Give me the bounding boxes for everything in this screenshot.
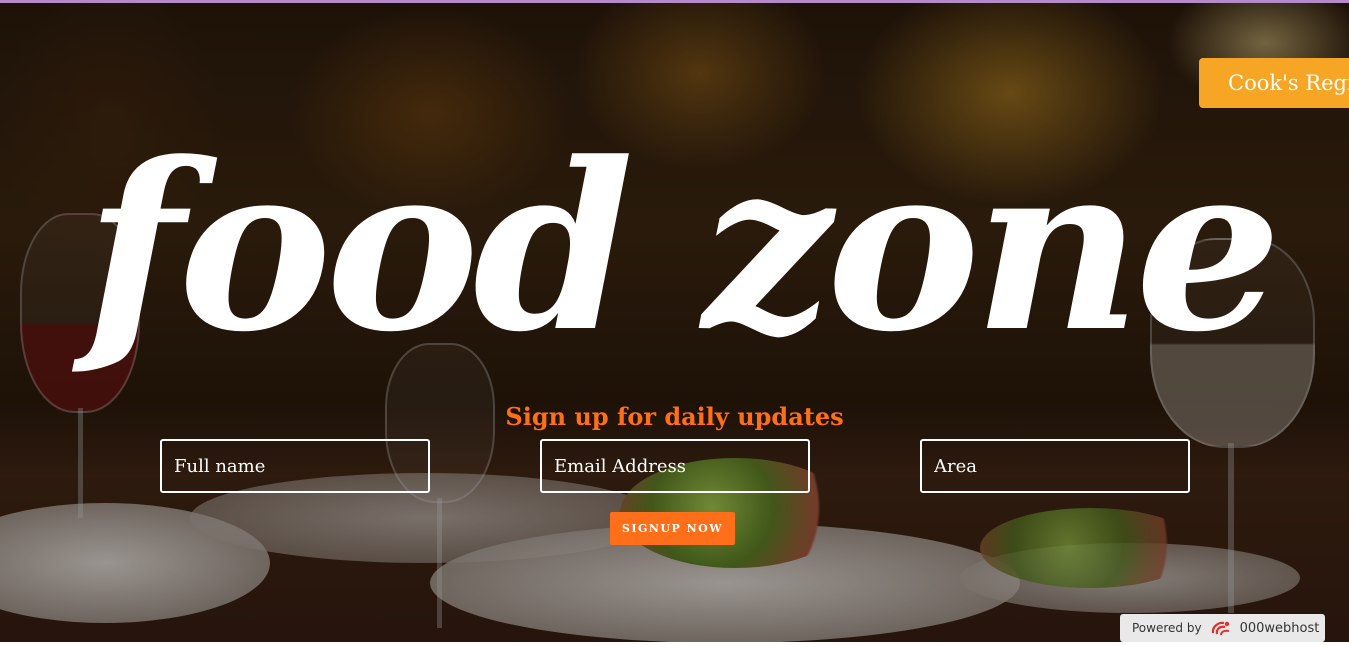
host-name-label: 000webhost — [1239, 620, 1320, 636]
powered-by-label: Powered by — [1132, 621, 1202, 635]
signup-tagline: Sign up for daily updates — [505, 402, 844, 431]
brand-title: food zone — [85, 113, 1281, 383]
000webhost-logo-icon — [1210, 619, 1232, 637]
cook-register-button[interactable]: Cook's Regis — [1199, 58, 1349, 108]
area-input[interactable] — [920, 439, 1190, 493]
full-name-input[interactable] — [160, 439, 430, 493]
signup-now-button[interactable]: SIGNUP NOW — [610, 512, 735, 545]
powered-by-badge[interactable]: Powered by 000webhost — [1120, 614, 1325, 642]
email-input[interactable] — [540, 439, 810, 493]
